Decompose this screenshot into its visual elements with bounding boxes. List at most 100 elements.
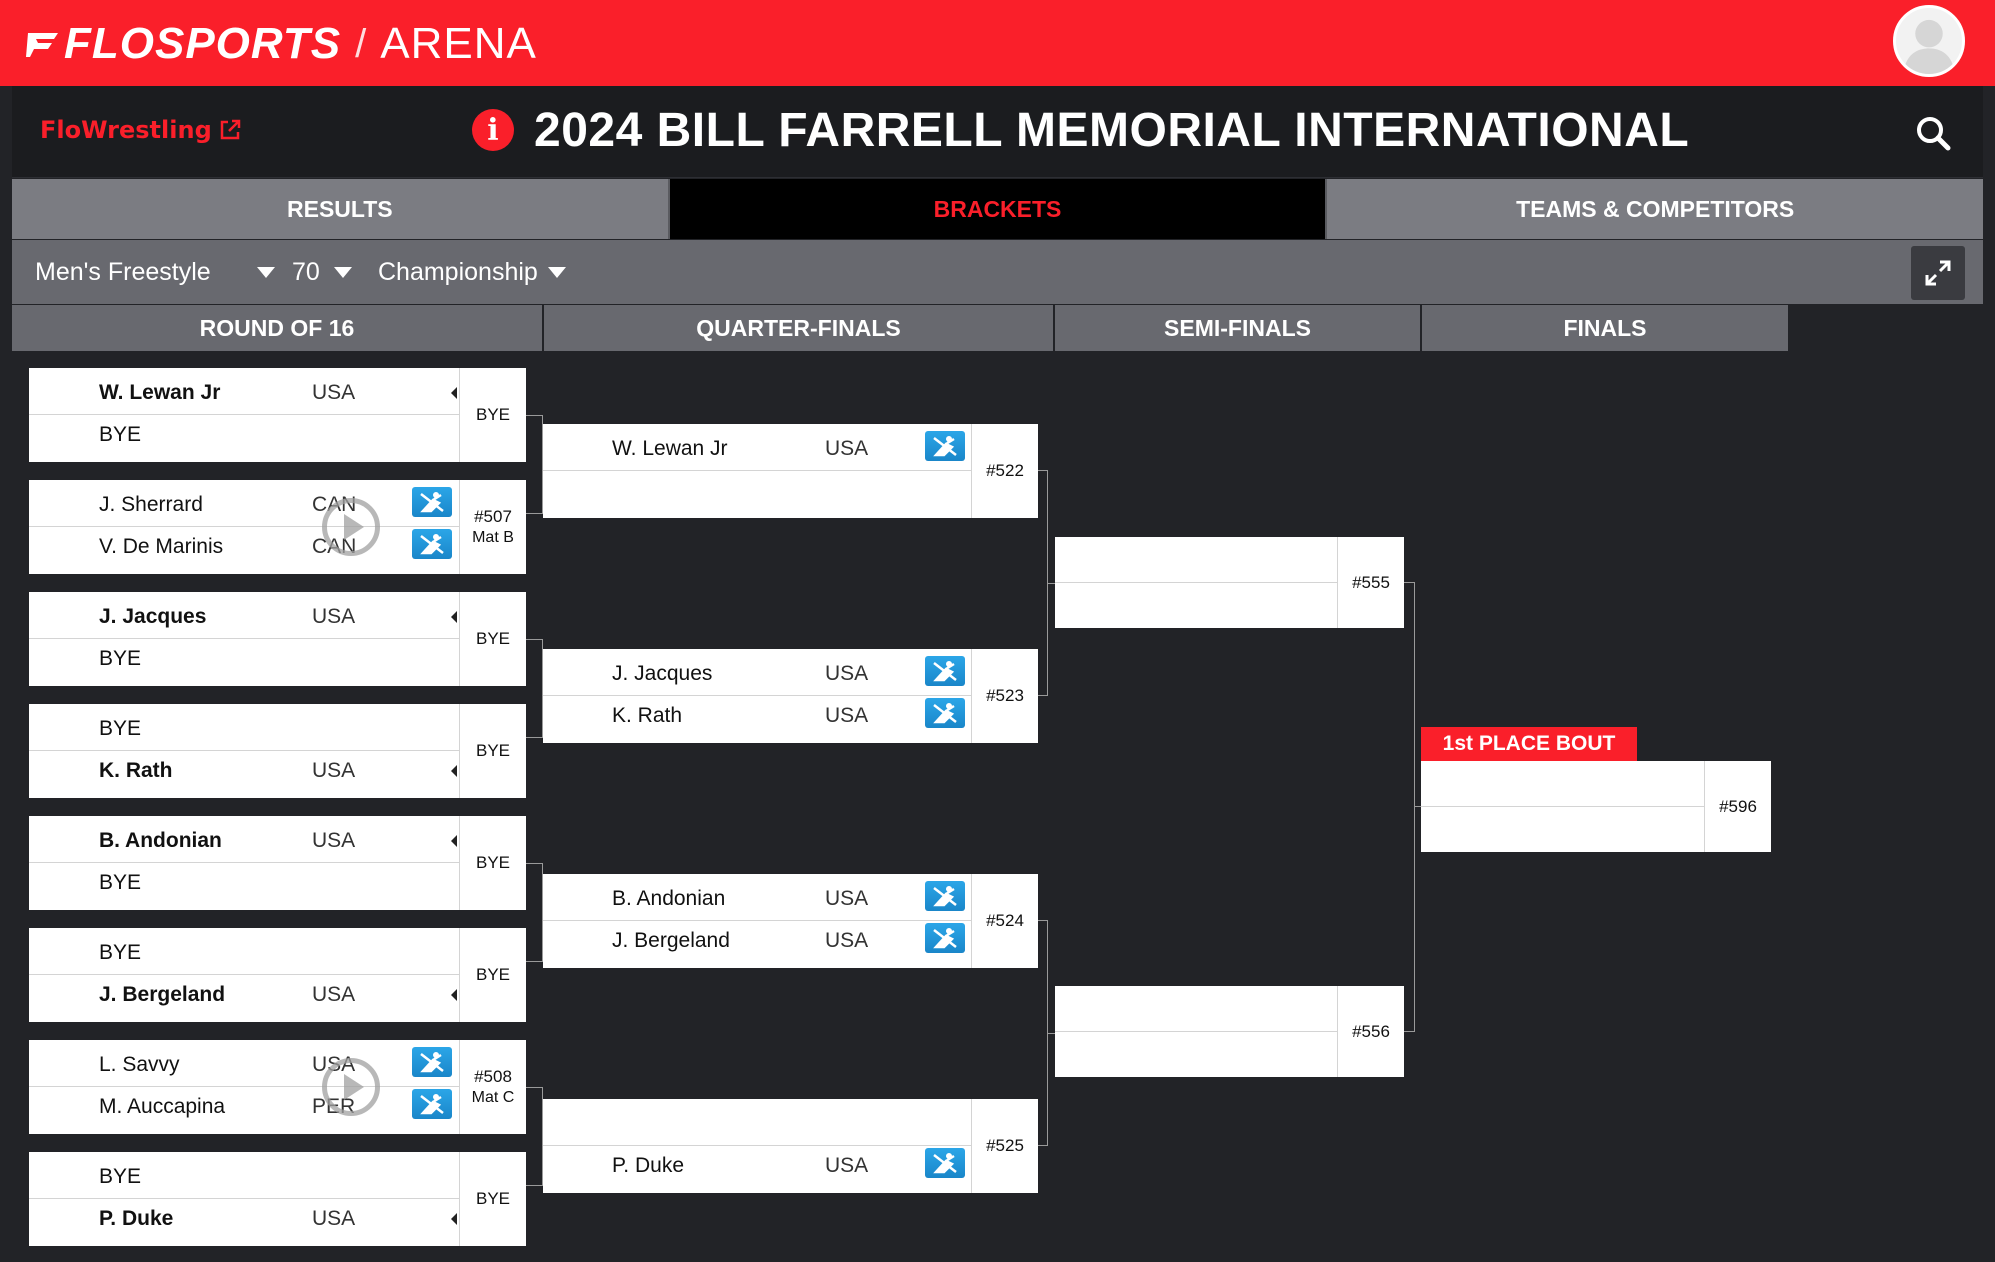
wrestling-match-icon[interactable] xyxy=(412,487,452,517)
wrestling-match-icon[interactable] xyxy=(412,1047,452,1077)
wrestler-name: J. Bergeland xyxy=(99,983,226,1006)
video-play-icon[interactable] xyxy=(322,498,380,556)
wrestler-country: USA xyxy=(825,1154,869,1177)
match-card-qf: W. Lewan Jr USA #522 xyxy=(543,424,1038,518)
first-place-bout-label: 1st PLACE BOUT xyxy=(1421,727,1637,761)
wrestling-match-icon[interactable] xyxy=(412,1089,452,1119)
winner-arrow-icon xyxy=(451,989,457,1001)
video-play-icon[interactable] xyxy=(322,1058,380,1116)
flowrestling-link[interactable]: FloWrestling xyxy=(40,116,242,144)
event-tabs: RESULTS BRACKETS TEAMS & COMPETITORS xyxy=(12,179,1984,239)
wrestler-country: USA xyxy=(312,829,356,852)
event-title: 2024 BILL FARRELL MEMORIAL INTERNATIONAL xyxy=(534,103,1690,157)
bout-number: #525 xyxy=(986,1136,1024,1155)
wrestling-match-icon[interactable] xyxy=(925,923,965,953)
bracket-connector-line xyxy=(526,737,543,738)
bout-number: #507 xyxy=(474,507,512,526)
bracket-connector-line xyxy=(526,513,543,514)
match-card-r16: BYE P. Duke USA BYE xyxy=(29,1152,526,1246)
column-divider xyxy=(459,480,460,574)
bracket-connector-line xyxy=(526,1185,543,1186)
wrestler-name: J. Jacques xyxy=(99,605,207,628)
wrestler-name: M. Auccapina xyxy=(99,1095,226,1118)
match-card-qf: P. Duke USA #525 xyxy=(543,1099,1038,1193)
wrestler-country: USA xyxy=(312,983,356,1006)
row-divider xyxy=(543,470,971,471)
row-divider xyxy=(29,1198,459,1199)
wrestling-match-icon[interactable] xyxy=(925,656,965,686)
bracket-connector-line xyxy=(526,639,543,640)
wrestler-name: B. Andonian xyxy=(612,887,726,910)
match-card-sf: #556 xyxy=(1055,986,1404,1077)
bout-number: BYE xyxy=(475,853,511,872)
bout-number: #555 xyxy=(1352,573,1390,592)
flosports-arena-logo[interactable]: FLOSPORTS / ARENA xyxy=(26,18,537,70)
wrestler-name: L. Savvy xyxy=(99,1053,180,1076)
wrestler-name: P. Duke xyxy=(99,1207,174,1230)
row-divider xyxy=(29,1086,459,1087)
expand-icon xyxy=(1925,260,1951,286)
match-card-r16: J. Sherrard CAN V. De Marinis CAN #507 Mat B xyxy=(29,480,526,574)
external-link-icon xyxy=(220,119,240,140)
flosports-wing-icon xyxy=(26,33,58,57)
wrestling-match-icon[interactable] xyxy=(412,529,452,559)
weight-dropdown[interactable]: 70 xyxy=(292,256,352,288)
bout-number: #508 xyxy=(474,1067,512,1086)
wrestler-name: V. De Marinis xyxy=(99,535,224,558)
row-divider xyxy=(1421,806,1704,807)
bracket-type-dropdown[interactable]: Championship xyxy=(378,256,566,288)
wrestler-name: W. Lewan Jr xyxy=(99,381,221,404)
bout-number: BYE xyxy=(475,629,511,648)
row-divider xyxy=(29,974,459,975)
round-header-semi-finals: SEMI-FINALS xyxy=(1055,305,1420,351)
wrestling-match-icon[interactable] xyxy=(925,1148,965,1178)
info-icon[interactable]: i xyxy=(472,109,514,151)
wrestler-name: BYE xyxy=(99,717,142,740)
bracket-connector-line xyxy=(542,863,543,962)
bout-number: BYE xyxy=(475,1189,511,1208)
wrestler-name: P. Duke xyxy=(612,1154,684,1177)
tab-brackets[interactable]: BRACKETS xyxy=(667,179,1326,239)
match-card-qf: J. Jacques USA K. Rath USA #523 xyxy=(543,649,1038,743)
match-card-r16: BYE K. Rath USA BYE xyxy=(29,704,526,798)
arena-wordmark: ARENA xyxy=(380,19,537,68)
style-dropdown[interactable]: Men's Freestyle xyxy=(35,256,275,288)
chevron-down-icon xyxy=(256,266,275,278)
wrestler-country: USA xyxy=(825,929,869,952)
row-divider xyxy=(543,920,971,921)
bout-number: #522 xyxy=(986,461,1024,480)
winner-arrow-icon xyxy=(451,387,457,399)
match-card-r16: W. Lewan Jr USA BYE BYE xyxy=(29,368,526,462)
match-card-r16: L. Savvy USA M. Auccapina PER #508 Mat C xyxy=(29,1040,526,1134)
bout-number: #524 xyxy=(986,911,1024,930)
round-header-finals: FINALS xyxy=(1422,305,1788,351)
user-avatar[interactable] xyxy=(1893,5,1965,77)
round-header-quarter-finals: QUARTER-FINALS xyxy=(544,305,1053,351)
bracket-connector-line xyxy=(526,863,543,864)
wrestling-match-icon[interactable] xyxy=(925,881,965,911)
match-card-r16: J. Jacques USA BYE BYE xyxy=(29,592,526,686)
match-card-final: #596 xyxy=(1421,761,1771,852)
tab-teams-competitors[interactable]: TEAMS & COMPETITORS xyxy=(1325,179,1984,239)
flowrestling-link-label: FloWrestling xyxy=(40,116,212,144)
fullscreen-button[interactable] xyxy=(1911,246,1965,300)
user-silhouette-icon xyxy=(1903,19,1955,74)
bout-number: BYE xyxy=(475,965,511,984)
bracket-connector-line xyxy=(526,415,543,416)
wrestler-country: USA xyxy=(312,1207,356,1230)
search-icon[interactable] xyxy=(1914,114,1952,152)
winner-arrow-icon xyxy=(451,611,457,623)
wrestler-country: USA xyxy=(825,704,869,727)
wrestler-name: K. Rath xyxy=(612,704,683,727)
bracket-connector-line xyxy=(526,961,543,962)
wrestling-match-icon[interactable] xyxy=(925,431,965,461)
bracket-connector-line xyxy=(1047,583,1055,584)
winner-arrow-icon xyxy=(451,1213,457,1225)
bout-number: #556 xyxy=(1352,1022,1390,1041)
chevron-down-icon xyxy=(333,266,352,278)
winner-arrow-icon xyxy=(451,765,457,777)
tab-results[interactable]: RESULTS xyxy=(12,179,668,239)
flosports-wordmark: FLOSPORTS xyxy=(64,19,342,68)
winner-arrow-icon xyxy=(451,835,457,847)
wrestling-match-icon[interactable] xyxy=(925,698,965,728)
